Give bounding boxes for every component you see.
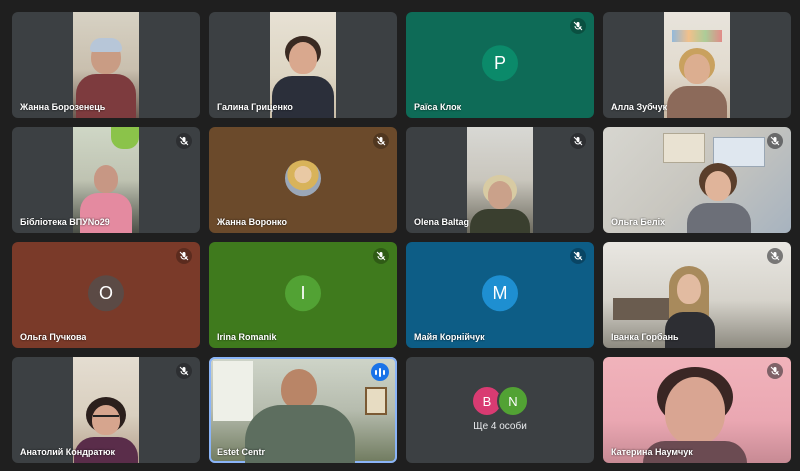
mic-muted-icon (570, 18, 586, 34)
person-head (488, 181, 512, 209)
participant-photo-avatar (285, 160, 321, 197)
person-body (665, 312, 715, 348)
participant-avatar: P (482, 45, 518, 82)
person-head (665, 377, 725, 445)
glasses (93, 415, 119, 423)
participant-video (467, 127, 533, 233)
participant-tile[interactable]: O Ольга Пучкова (12, 242, 200, 348)
participant-avatar: O (88, 275, 124, 312)
participant-avatar: N (497, 385, 529, 417)
participant-tile[interactable]: Жанна Борозенець (12, 12, 200, 118)
person-head (684, 54, 710, 84)
mic-muted-icon (176, 133, 192, 149)
person-head (289, 42, 317, 74)
participant-tile[interactable]: Катерина Наумчук (603, 357, 791, 463)
mic-muted-icon (767, 363, 783, 379)
participant-tile[interactable]: Жанна Воронко (209, 127, 397, 233)
participant-grid: Жанна Борозенець Галина Гриценко P Раїса… (12, 12, 791, 463)
shelf (613, 298, 669, 320)
participant-video (664, 12, 730, 118)
participant-tile[interactable]: Галина Гриценко (209, 12, 397, 118)
mic-muted-icon (373, 133, 389, 149)
participant-name: Жанна Воронко (217, 217, 287, 227)
participant-avatar: I (285, 275, 321, 312)
participant-tile[interactable]: Ольга Беліх (603, 127, 791, 233)
participant-avatar: M (482, 275, 518, 312)
participant-name: Катерина Наумчук (611, 447, 693, 457)
participant-name: Майя Корнійчук (414, 332, 485, 342)
wall-decoration (672, 30, 722, 42)
participant-name: Раїса Клок (414, 102, 462, 112)
participant-name: Irina Romanik (217, 332, 277, 342)
mic-muted-icon (767, 133, 783, 149)
person-body (687, 203, 751, 233)
mic-muted-icon (373, 248, 389, 264)
more-participants-label: Ще 4 особи (473, 421, 527, 432)
person-head (677, 274, 701, 304)
participant-name: Галина Гриценко (217, 102, 293, 112)
participant-tile[interactable]: Анатолий Кондратюк (12, 357, 200, 463)
participant-tile[interactable]: Алла Зубчук (603, 12, 791, 118)
participant-tile[interactable]: Olena Baltag (406, 127, 594, 233)
window (213, 361, 253, 421)
participant-name: Жанна Борозенець (20, 102, 106, 112)
participant-name: Ольга Беліх (611, 217, 666, 227)
person-body (80, 193, 132, 233)
person-head (281, 369, 317, 409)
participant-tile[interactable]: M Майя Корнійчук (406, 242, 594, 348)
participant-tile[interactable]: P Раїса Клок (406, 12, 594, 118)
participant-tile[interactable]: I Irina Romanik (209, 242, 397, 348)
wall-poster (663, 133, 705, 163)
mic-muted-icon (570, 248, 586, 264)
certificate (365, 387, 387, 415)
person-head (94, 165, 118, 193)
speaking-indicator-icon (371, 363, 389, 381)
plant (111, 127, 139, 149)
mic-muted-icon (570, 133, 586, 149)
participant-name: Іванка Горбань (611, 332, 679, 342)
participant-name: Бібліотека ВПУNo29 (20, 217, 110, 227)
participant-name: Анатолий Кондратюк (20, 447, 116, 457)
participant-name: Olena Baltag (414, 217, 470, 227)
hat (90, 38, 122, 52)
participant-name: Estet Centr (217, 447, 266, 457)
mic-muted-icon (176, 363, 192, 379)
mic-muted-icon (176, 248, 192, 264)
person-body (470, 209, 530, 233)
participant-tile-speaking[interactable]: Estet Centr (209, 357, 397, 463)
participant-tile[interactable]: Бібліотека ВПУNo29 (12, 127, 200, 233)
person-body (667, 86, 727, 118)
more-participants-tile[interactable]: В N Ще 4 особи (406, 357, 594, 463)
person-head (705, 171, 731, 201)
participant-name: Алла Зубчук (611, 102, 668, 112)
more-participants-avatars: В N (471, 385, 529, 417)
participant-tile[interactable]: Іванка Горбань (603, 242, 791, 348)
mic-muted-icon (767, 248, 783, 264)
participant-name: Ольга Пучкова (20, 332, 87, 342)
